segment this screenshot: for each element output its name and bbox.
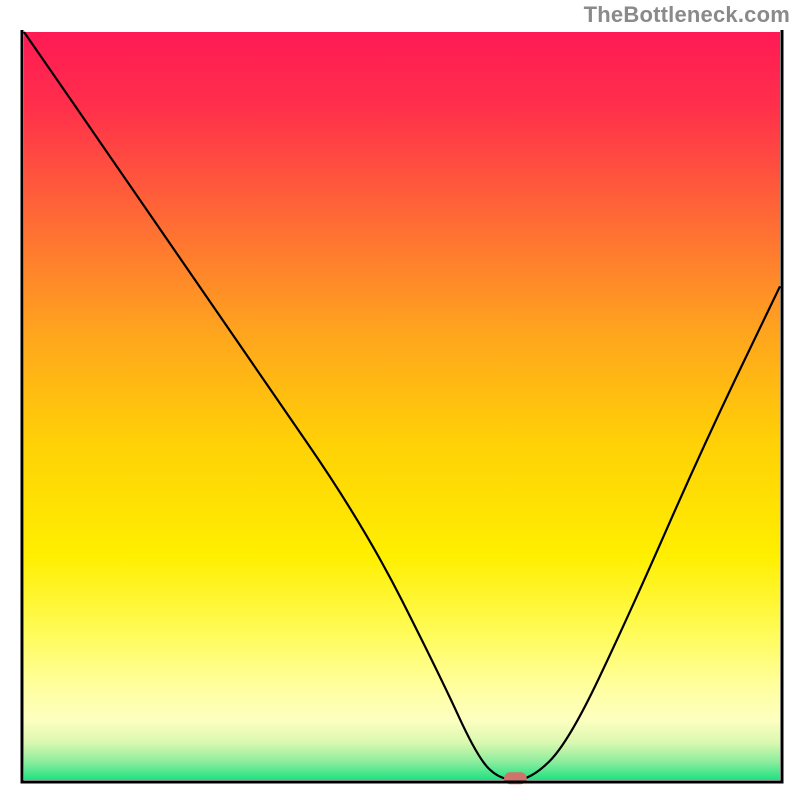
bottleneck-chart — [0, 0, 800, 800]
attribution-text: TheBottleneck.com — [584, 2, 790, 28]
chart-container: TheBottleneck.com — [0, 0, 800, 800]
plot-area — [24, 32, 780, 784]
gradient-background — [24, 32, 780, 780]
